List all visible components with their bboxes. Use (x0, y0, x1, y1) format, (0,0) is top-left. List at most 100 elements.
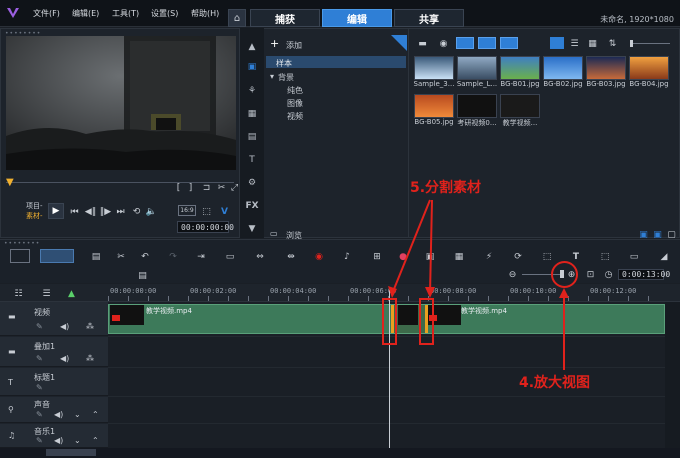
video-clip[interactable]: 教学视频.mp4 (427, 305, 665, 333)
filter-icon[interactable]: ▦ (244, 107, 260, 121)
record-icon[interactable]: ◉ (312, 250, 326, 264)
undo-icon[interactable]: ↶ (138, 250, 152, 264)
media-item[interactable]: BG-B05.jpg (412, 94, 456, 126)
tree-item-color[interactable]: 纯色 (287, 85, 303, 96)
media-item[interactable]: BG-B04.jpg (627, 56, 671, 88)
player-timecode[interactable]: 00:00:00:00 (177, 221, 234, 233)
overlay-icon[interactable]: ▤ (244, 130, 260, 144)
media-item[interactable]: 考研视频0... (455, 94, 499, 128)
tool-icon[interactable]: ⚡ (482, 250, 496, 264)
tool-icon[interactable]: ⇹ (284, 250, 298, 264)
home-tab[interactable]: ⌂ (228, 9, 246, 27)
tab-capture[interactable]: 捕获 (250, 9, 320, 27)
tab-share[interactable]: 共享 (394, 9, 464, 27)
track-manager-icon[interactable]: ☷ (12, 287, 25, 300)
aspect-ratio-button[interactable]: 16:9 (178, 205, 196, 216)
media-item[interactable]: Sample_3... (412, 56, 456, 88)
horizontal-scrollbar[interactable] (0, 448, 680, 458)
chevron-up-icon[interactable]: ⌃ (92, 410, 99, 419)
chevron-down-icon[interactable]: ⌄ (74, 436, 81, 445)
tool-icon[interactable]: ▤ (89, 250, 103, 264)
tool-icon[interactable]: ⬚ (540, 250, 554, 264)
tool-icon[interactable]: ▭ (627, 250, 641, 264)
fit-icon[interactable]: ⊡ (584, 268, 597, 281)
mute-icon[interactable]: ◀) (54, 436, 63, 445)
mode-project[interactable]: 项目- (26, 201, 43, 211)
audio-icon[interactable]: ♪ (340, 250, 354, 264)
media-item[interactable]: BG-B01.jpg (498, 56, 542, 88)
cut-icon[interactable]: ✂ (215, 181, 228, 194)
mute-icon[interactable]: ◀) (60, 322, 69, 331)
go-start-icon[interactable]: ⏮ (68, 205, 81, 218)
tree-item-video[interactable]: 视频 (287, 111, 303, 122)
tool-icon[interactable]: ✂ (114, 250, 128, 264)
scroll-down-icon[interactable]: ▼ (244, 222, 260, 236)
prev-frame-icon[interactable]: ◀‖ (84, 205, 97, 218)
filter-video-button[interactable] (456, 37, 474, 49)
thumb-size-slider[interactable] (630, 43, 670, 44)
transition-icon[interactable]: ⚘ (244, 84, 260, 98)
media-library-icon[interactable]: ▣ (244, 60, 260, 74)
mark-out-icon[interactable]: ] (184, 181, 197, 194)
graphics-icon[interactable]: ⚙ (244, 176, 260, 190)
filter-image-button[interactable] (478, 37, 496, 49)
next-frame-icon[interactable]: ‖▶ (99, 205, 112, 218)
chapter-icon[interactable]: ☰ (40, 287, 53, 300)
title-icon[interactable]: T (244, 153, 260, 167)
scrubber-handle-icon[interactable]: ▼ (6, 178, 16, 188)
mode-clip[interactable]: 素材- (26, 211, 43, 221)
media-item[interactable]: BG-B03.jpg (584, 56, 628, 88)
add-folder-button[interactable]: 添加 (286, 40, 302, 51)
video-clip[interactable]: 教学视频.mp4 (110, 305, 394, 333)
browse-icon[interactable]: ▭ (270, 229, 278, 238)
media-item[interactable]: Sample_L... (455, 56, 499, 88)
zoom-timecode[interactable]: 0:00:13:00 (618, 269, 670, 280)
tree-item-sample[interactable]: 样本 (276, 58, 292, 69)
tool-icon[interactable]: ▤ (136, 269, 149, 282)
tool-icon[interactable]: ⟳ (511, 250, 525, 264)
vertical-scrollbar[interactable] (665, 302, 680, 448)
edit-icon[interactable]: ✎ (36, 354, 43, 363)
play-button[interactable]: ▶ (48, 203, 64, 219)
menu-file[interactable]: 文件(F) (33, 8, 60, 19)
menu-settings[interactable]: 设置(S) (151, 8, 178, 19)
zoom-out-icon[interactable]: ⊖ (506, 268, 519, 281)
storyboard-view-button[interactable] (10, 249, 30, 263)
tool-icon[interactable]: ◢ (657, 250, 671, 264)
sort-icon[interactable]: ⇅ (606, 37, 619, 50)
mute-icon[interactable]: ◀) (60, 354, 69, 363)
scroll-up-icon[interactable]: ▲ (244, 40, 260, 54)
media-item[interactable]: 教学视频... (498, 94, 542, 128)
folder-icon[interactable]: ▬ (416, 37, 429, 50)
edit-icon[interactable]: ✎ (36, 410, 43, 419)
hd-icon[interactable]: V (218, 205, 231, 218)
edit-icon[interactable]: ✎ (36, 436, 43, 445)
clock-icon[interactable]: ◷ (602, 268, 615, 281)
menu-edit[interactable]: 编辑(E) (72, 8, 99, 19)
edit-icon[interactable]: ✎ (36, 383, 43, 392)
edit-icon[interactable]: ✎ (36, 322, 43, 331)
menu-help[interactable]: 帮助(H) (191, 8, 219, 19)
volume-icon[interactable]: 🔈 (145, 205, 158, 218)
chevron-up-icon[interactable]: ⌃ (92, 436, 99, 445)
tool-icon[interactable]: ▭ (223, 250, 237, 264)
grid-icon[interactable]: ⁂ (86, 322, 94, 331)
list-view-icon[interactable] (550, 37, 564, 49)
grid-icon[interactable]: ⁂ (86, 354, 94, 363)
go-end-icon[interactable]: ⏭ (114, 205, 127, 218)
tree-item-background[interactable]: 背景 (278, 72, 294, 83)
tool-icon[interactable]: ⬚ (598, 250, 612, 264)
chevron-down-icon[interactable]: ⌄ (74, 410, 81, 419)
menu-tools[interactable]: 工具(T) (112, 8, 139, 19)
marker-icon[interactable]: ▲ (65, 287, 78, 300)
redo-icon[interactable]: ↷ (166, 250, 180, 264)
media-item[interactable]: BG-B02.jpg (541, 56, 585, 88)
tree-item-image[interactable]: 图像 (287, 98, 303, 109)
fx-icon[interactable]: FX (244, 199, 260, 213)
mute-icon[interactable]: ◀) (54, 410, 63, 419)
record-icon[interactable]: ◉ (437, 37, 450, 50)
add-plus-icon[interactable]: + (270, 37, 279, 50)
horizontal-scroll-thumb[interactable] (46, 449, 96, 456)
repeat-icon[interactable]: ⟲ (130, 205, 143, 218)
filter-audio-button[interactable] (500, 37, 518, 49)
